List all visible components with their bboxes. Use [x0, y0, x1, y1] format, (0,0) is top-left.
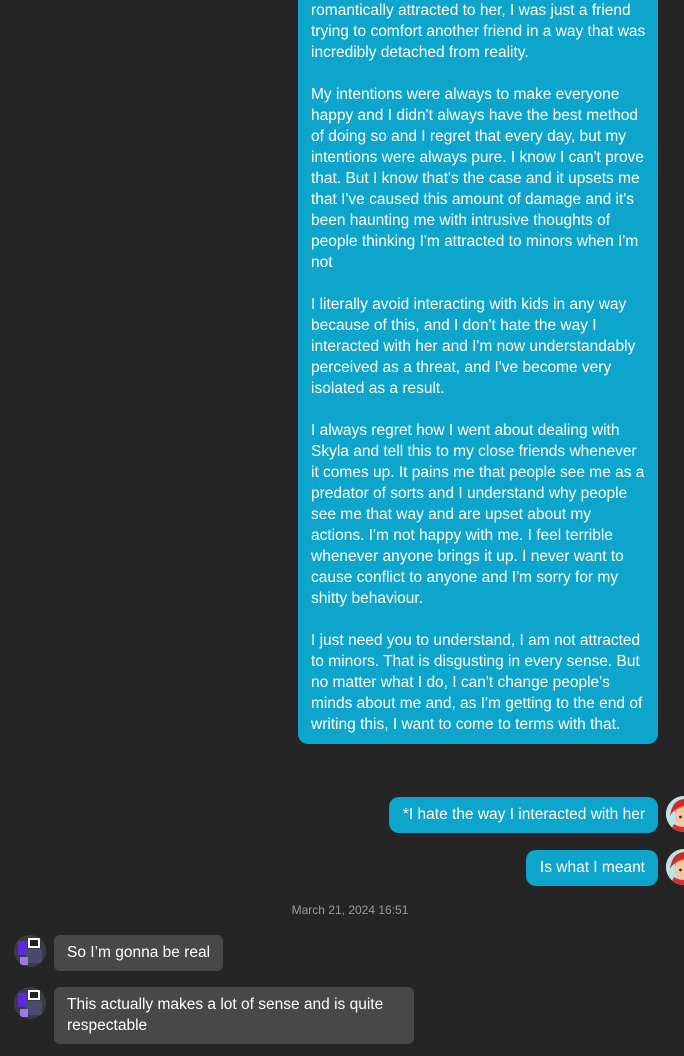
message-paragraph: I literally avoid interacting with kids … [311, 296, 636, 397]
my-avatar-icon[interactable] [666, 849, 684, 885]
message-text: Is what I meant [539, 859, 645, 876]
message-outgoing-long[interactable]: romantically attracted to her, I was jus… [298, 0, 658, 744]
message-paragraph: romantically attracted to her, I was jus… [311, 2, 646, 61]
message-timestamp: March 21, 2024 16:51 [291, 903, 409, 917]
message-outgoing[interactable]: *I hate the way I interacted with her [388, 797, 658, 833]
their-avatar-icon[interactable] [14, 935, 46, 967]
message-text: This actually makes a lot of sense and i… [67, 996, 384, 1034]
my-avatar-icon[interactable] [666, 796, 684, 832]
message-text: *I hate the way I interacted with her [402, 806, 645, 823]
message-paragraph: My intentions were always to make everyo… [311, 86, 644, 271]
chat-thread: romantically attracted to her, I was jus… [0, 0, 684, 1056]
their-avatar-icon[interactable] [14, 987, 46, 1019]
message-text: So I’m gonna be real [67, 944, 211, 961]
message-paragraph: I just need you to understand, I am not … [311, 632, 643, 733]
message-incoming[interactable]: This actually makes a lot of sense and i… [54, 987, 414, 1044]
message-outgoing[interactable]: Is what I meant [525, 850, 658, 886]
message-incoming[interactable]: So I’m gonna be real [54, 935, 224, 971]
message-paragraph: I always regret how I went about dealing… [311, 422, 645, 607]
